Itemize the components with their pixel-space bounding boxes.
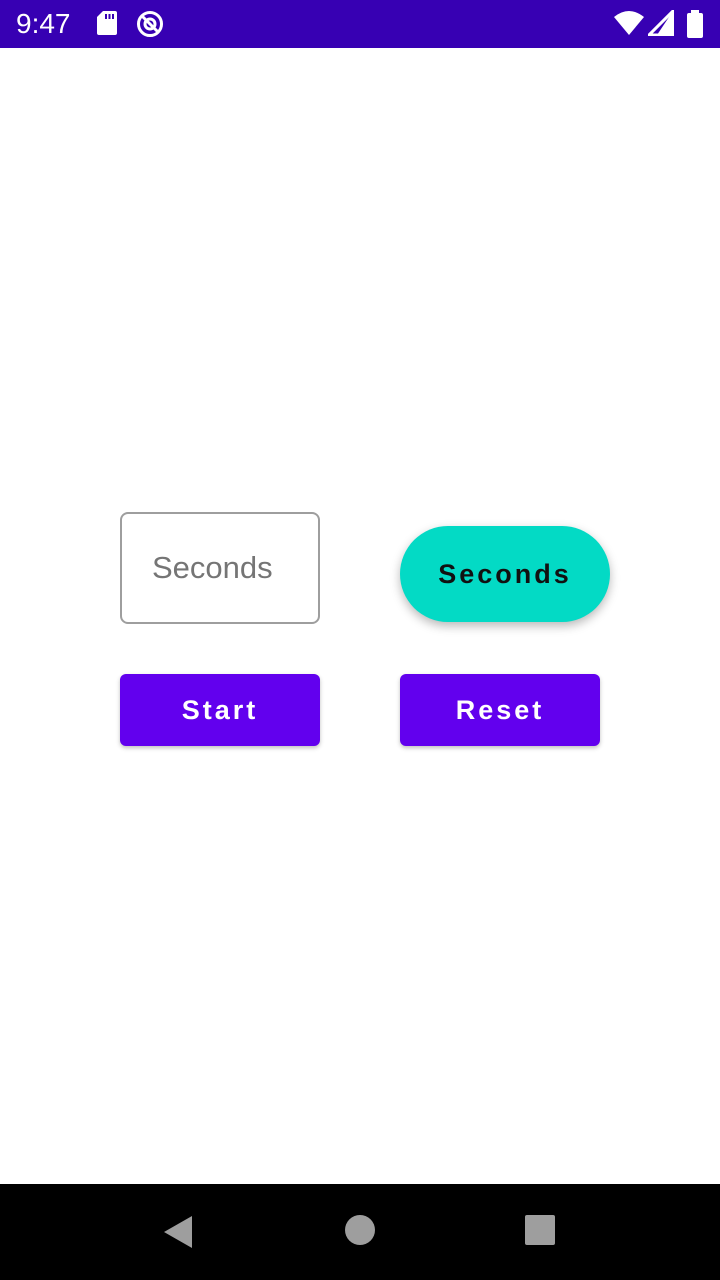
start-button[interactable]: Start: [120, 674, 320, 746]
status-time: 9:47: [16, 8, 71, 39]
main-content: Seconds Start Reset: [0, 48, 720, 1184]
seconds-input[interactable]: [120, 512, 320, 624]
reset-button[interactable]: Reset: [400, 674, 600, 746]
signal-icon: [645, 7, 675, 41]
navigation-bar: [0, 1184, 720, 1280]
home-icon[interactable]: [344, 1214, 376, 1251]
sync-icon: [136, 10, 164, 43]
wifi-icon: [614, 10, 644, 41]
back-icon[interactable]: [162, 1214, 194, 1255]
battery-icon: [686, 10, 704, 43]
seconds-display-button[interactable]: Seconds: [400, 526, 610, 622]
recents-icon[interactable]: [524, 1214, 556, 1251]
sd-card-icon: [96, 10, 118, 41]
status-bar: 9:47: [0, 0, 720, 48]
